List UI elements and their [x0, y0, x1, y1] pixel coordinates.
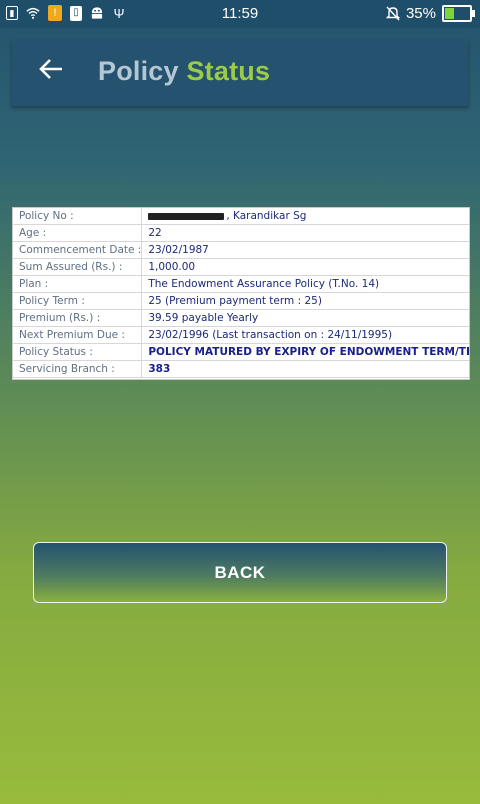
battery-charging-icon: [442, 5, 475, 22]
row-label: Age :: [13, 224, 143, 242]
row-value: 39.59 payable Yearly: [141, 309, 469, 327]
page-title: Policy Status: [98, 56, 270, 87]
table-row: Policy Status : POLICY MATURED BY EXPIRY …: [13, 343, 469, 361]
row-value: 23/02/1996 (Last transaction on : 24/11/…: [141, 326, 469, 344]
battery-fill: [445, 8, 455, 19]
redaction-mark: [148, 212, 225, 220]
table-row: Sum Assured (Rs.) :1,000.00: [13, 258, 469, 276]
row-label: Premium (Rs.) :: [13, 309, 143, 327]
row-label: Plan :: [13, 275, 143, 293]
row-label: Sum Assured (Rs.) :: [13, 258, 143, 276]
table-row: Servicing Branch :383: [13, 360, 469, 378]
row-label: Commencement Date :: [13, 241, 143, 259]
row-value: The Endowment Assurance Policy (T.No. 14…: [141, 275, 469, 293]
row-value-text: , Karandikar Sg: [226, 210, 307, 222]
table-row: Plan : The Endowment Assurance Policy (T.…: [13, 275, 469, 293]
status-bar: ▮ ! ▯ Ψ 11:59 35%: [0, 0, 480, 28]
row-value: 22: [141, 224, 469, 242]
title-main: Policy: [98, 56, 179, 86]
table-row: Next Premium Due :23/02/1996 (Last trans…: [13, 326, 469, 344]
title-accent: Status: [186, 56, 271, 86]
row-value: 1,000.00: [141, 258, 469, 276]
status-icons-right: 35%: [385, 5, 475, 22]
row-value: , Karandikar Sg: [141, 208, 469, 225]
row-value: POLICY MATURED BY EXPIRY OF ENDOWMENT TE…: [141, 343, 469, 361]
row-label: Servicing Branch :: [13, 360, 143, 378]
row-value: 383: [141, 360, 469, 378]
table-row: Premium (Rs.) :39.59 payable Yearly: [13, 309, 469, 327]
policy-details-table: Policy No : , Karandikar Sg Age :22 Commenc…: [12, 207, 470, 380]
silent-bell-icon: [385, 6, 400, 22]
row-value: 25 (Premium payment term : 25): [141, 292, 469, 310]
table-row: Policy No : , Karandikar Sg: [13, 208, 469, 225]
battery-percent: 35%: [405, 5, 436, 22]
row-label: Next Premium Due :: [13, 326, 143, 344]
back-button[interactable]: BACK: [33, 542, 447, 603]
table-row: Commencement Date :23/02/1987: [13, 241, 469, 259]
row-label: Policy No :: [13, 208, 143, 225]
table-row: Policy Term :25 (Premium payment term : …: [13, 292, 469, 310]
row-label: Policy Status :: [13, 343, 143, 361]
row-value: 23/02/1987: [141, 241, 469, 259]
app-header: Policy Status: [12, 40, 468, 106]
arrow-left-icon[interactable]: [36, 54, 72, 90]
table-row: Age :22: [13, 224, 469, 242]
row-label: Policy Term :: [13, 292, 143, 310]
